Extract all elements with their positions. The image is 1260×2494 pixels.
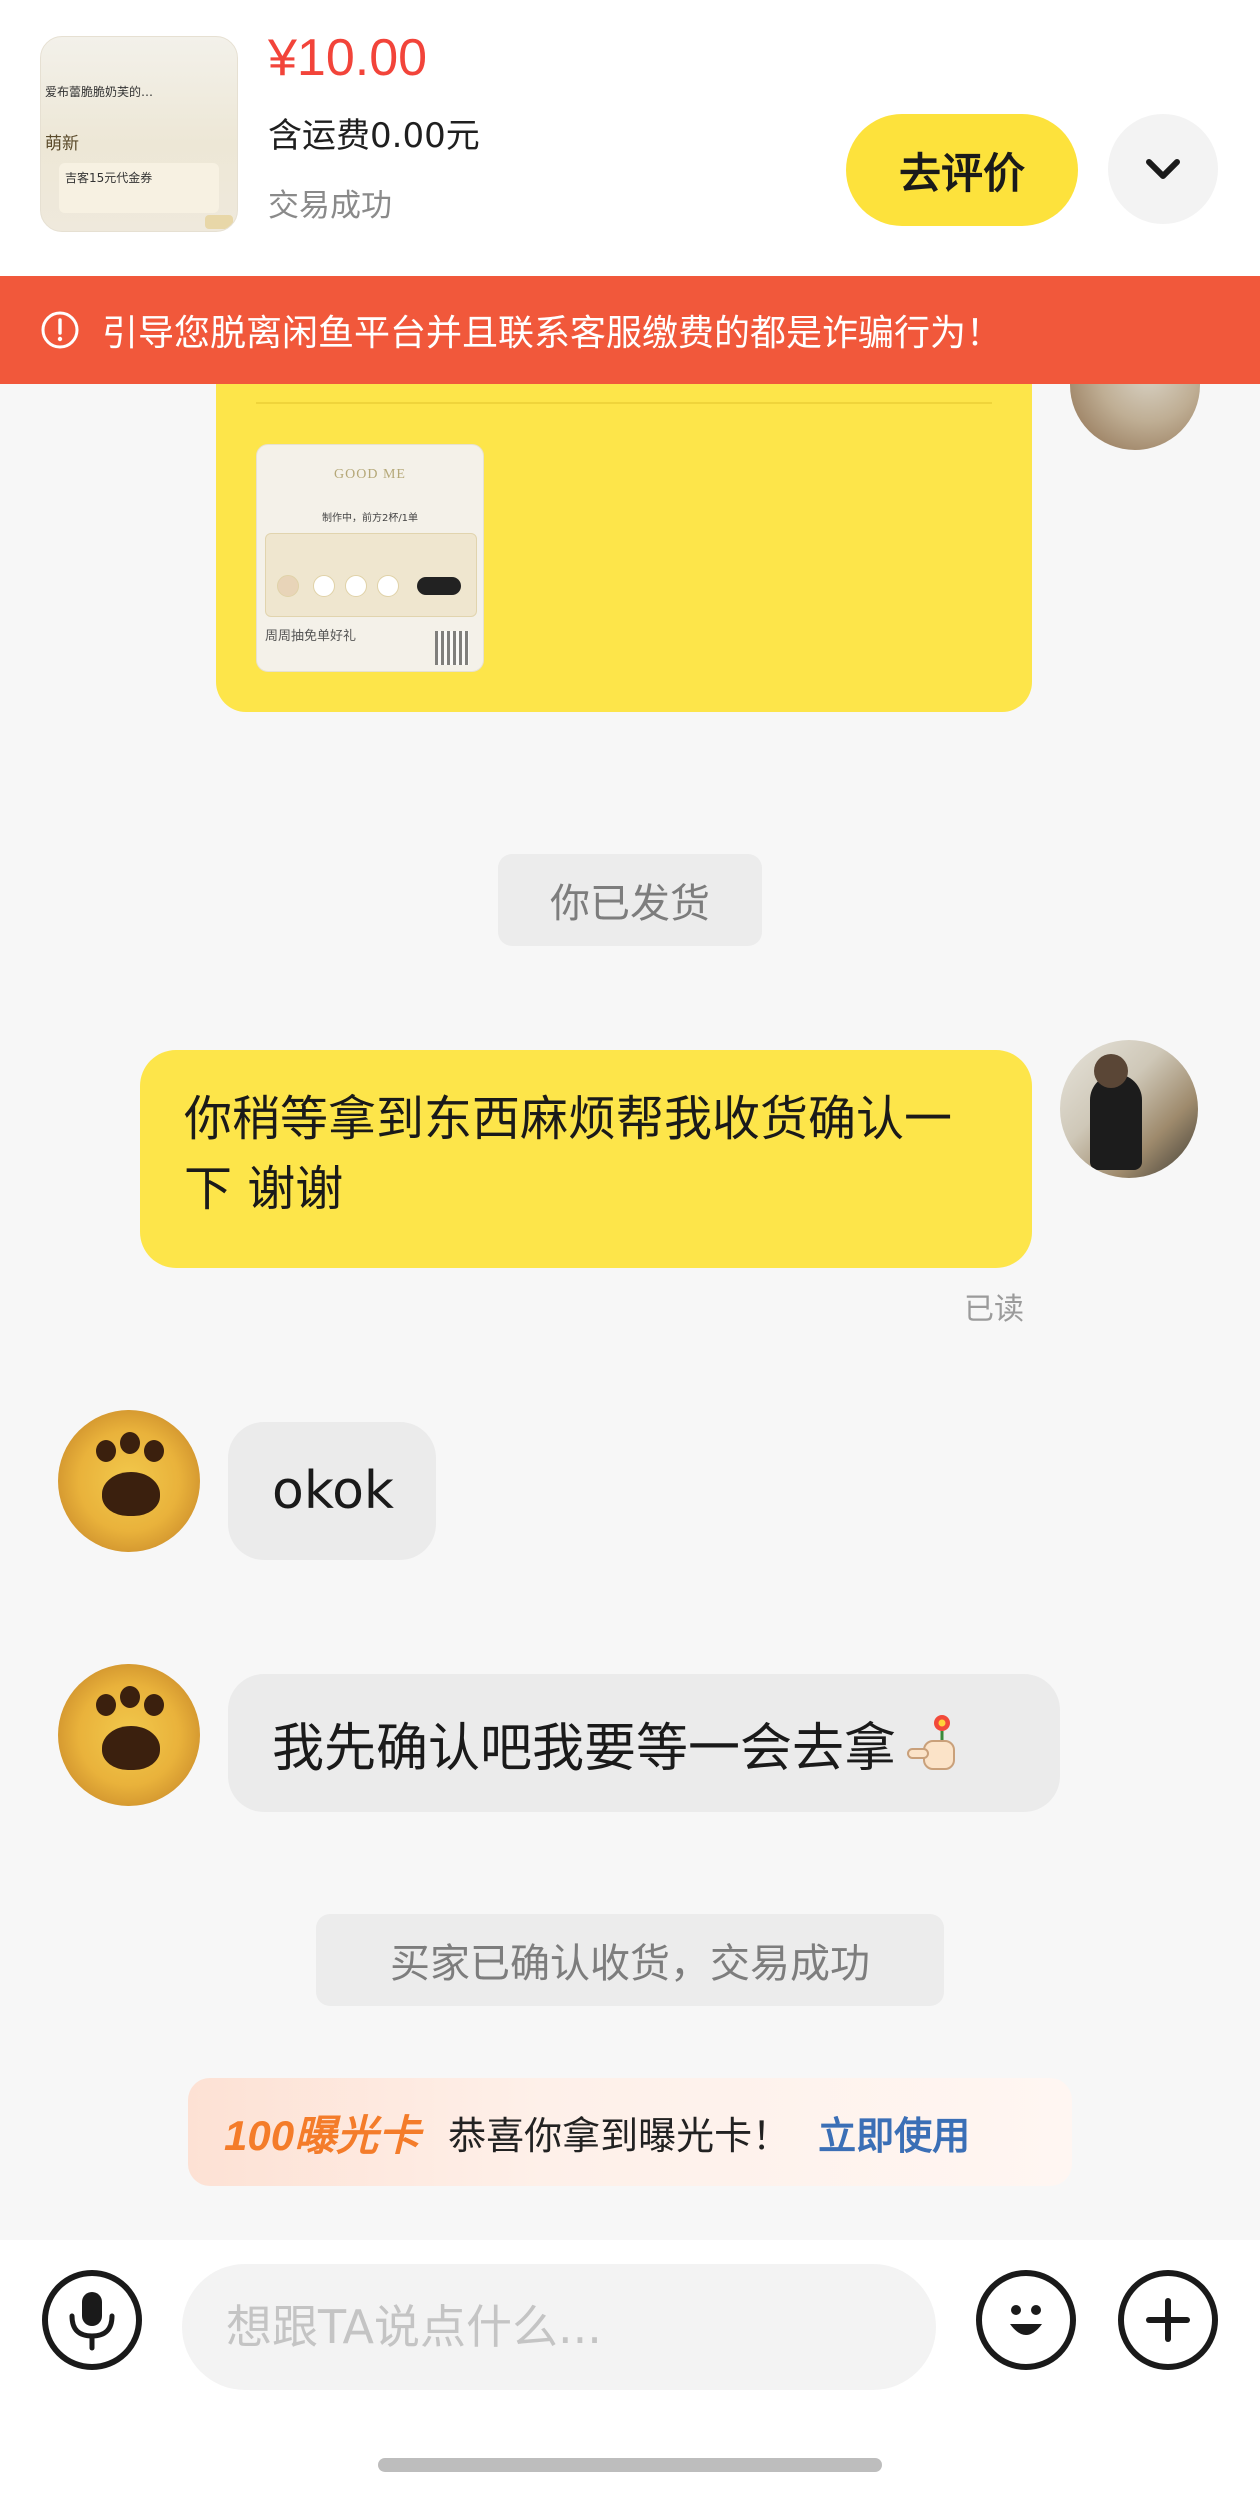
paw-toe <box>120 1432 140 1454</box>
use-now-link[interactable]: 立即使用 <box>818 2105 970 2160</box>
qr-code-icon <box>435 631 469 665</box>
exposure-card-message: 恭喜你拿到曝光卡！ <box>448 2113 791 2158</box>
product-thumbnail[interactable]: 爱布蕾脆脆奶芙的… 萌新 吉客15元代金券 <box>40 36 238 232</box>
thumbnail-coupon-text: 吉客15元代金券 <box>65 171 153 185</box>
message-input[interactable] <box>182 2264 936 2390</box>
exposure-card-badge: 100曝光卡 <box>224 2111 421 2159</box>
card-image-pill <box>417 577 461 595</box>
review-button[interactable]: 去评价 <box>846 114 1078 226</box>
trade-status: 交易成功 <box>268 188 392 224</box>
paw-toe <box>144 1694 164 1716</box>
paw-toe <box>96 1694 116 1716</box>
emoji-button[interactable] <box>976 2270 1076 2370</box>
card-image-line: 制作中，前方2杯/1单 <box>321 513 419 524</box>
paw-toe <box>144 1440 164 1462</box>
avatar-self[interactable] <box>1060 1040 1198 1178</box>
exposure-card-banner[interactable]: 100曝光卡 恭喜你拿到曝光卡！ 立即使用 <box>188 2078 1072 2186</box>
card-image-dot <box>345 575 367 597</box>
order-header: 爱布蕾脆脆奶芙的… 萌新 吉客15元代金券 ¥10.00 含运费0.00元 交易… <box>0 0 1260 276</box>
avatar-other[interactable] <box>58 1410 200 1552</box>
paw-pad-icon <box>102 1726 160 1770</box>
card-image-dot <box>277 575 299 597</box>
chevron-down-icon <box>1146 159 1180 179</box>
thumbnail-coupon-box: 吉客15元代金券 <box>59 163 219 213</box>
card-divider <box>256 402 992 404</box>
thumbnail-subtitle: 萌新 <box>45 134 79 154</box>
card-image[interactable]: GOOD ME 制作中，前方2杯/1单 周周抽免单好礼 <box>256 444 484 672</box>
card-image-dot <box>313 575 335 597</box>
card-image-box <box>265 533 477 617</box>
card-image-bottom: 周周抽免单好礼 <box>265 629 357 644</box>
thumbnail-tag <box>205 215 233 229</box>
alert-circle-icon <box>41 311 79 349</box>
message-bubble-other[interactable]: 我先确认吧我要等一会去拿 <box>228 1674 1060 1812</box>
message-bubble-self[interactable]: 你稍等拿到东西麻烦帮我收货确认一下 谢谢 <box>140 1050 1032 1268</box>
thumbnail-title: 爱布蕾脆脆奶芙的… <box>45 85 154 97</box>
card-image-logo: GOOD ME <box>334 467 406 482</box>
order-price: ¥10.00 <box>268 29 428 87</box>
card-image-dot <box>377 575 399 597</box>
paw-pad-icon <box>102 1472 160 1516</box>
message-bubble-other[interactable]: okok <box>228 1422 436 1560</box>
shipping-fee: 含运费0.00元 <box>268 116 480 156</box>
chat-area[interactable]: GOOD ME 制作中，前方2杯/1单 周周抽免单好礼 你已发货 你稍等拿到东西… <box>0 320 1260 2240</box>
paw-toe <box>120 1686 140 1708</box>
microphone-icon <box>69 2292 115 2351</box>
emoji-icon <box>1010 2305 1042 2335</box>
avatar-head <box>1094 1054 1128 1088</box>
read-status: 已读 <box>964 1292 1024 1327</box>
fraud-warning-banner: 引导您脱离闲鱼平台并且联系客服缴费的都是诈骗行为！ <box>0 276 1260 384</box>
paw-toe <box>96 1440 116 1462</box>
system-message-shipped: 你已发货 <box>498 854 762 946</box>
plus-icon <box>1146 2298 1190 2342</box>
shared-card-bubble[interactable]: GOOD ME 制作中，前方2杯/1单 周周抽免单好礼 <box>216 384 1032 712</box>
system-message-confirmed: 买家已确认收货，交易成功 <box>316 1914 944 2006</box>
avatar-figure <box>1090 1074 1142 1170</box>
expand-button[interactable] <box>1108 114 1218 224</box>
more-actions-button[interactable] <box>1118 2270 1218 2370</box>
avatar-other[interactable] <box>58 1664 200 1806</box>
home-indicator[interactable] <box>378 2458 882 2472</box>
thumbs-up-flower-emoji-icon <box>907 1715 956 1770</box>
warning-text: 引导您脱离闲鱼平台并且联系客服缴费的都是诈骗行为！ <box>102 313 1003 354</box>
voice-button[interactable] <box>42 2270 142 2370</box>
message-text: 我先确认吧我要等一会去拿 <box>272 1718 897 1779</box>
input-bar <box>0 2240 1260 2494</box>
